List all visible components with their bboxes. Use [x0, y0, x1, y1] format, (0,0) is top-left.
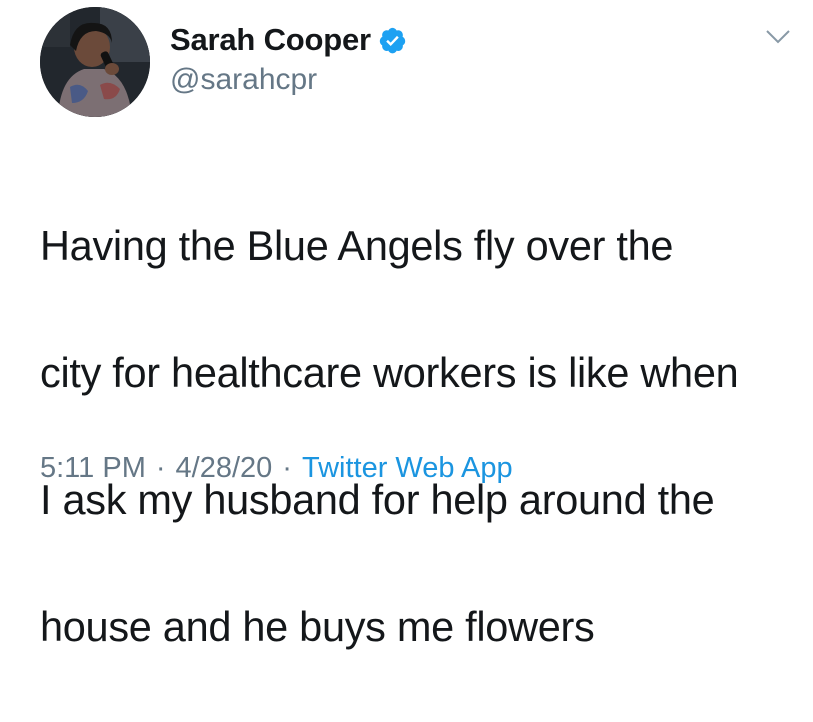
chevron-down-icon[interactable] — [765, 28, 791, 46]
name-row: Sarah Cooper — [170, 22, 407, 58]
meta-separator: · — [155, 452, 166, 484]
meta-separator: · — [282, 452, 292, 484]
tweet-card: Sarah Cooper @sarahcpr Having the Blue A… — [0, 0, 813, 650]
tweet-text-line: house and he buys me flowers — [40, 602, 595, 650]
display-name[interactable]: Sarah Cooper — [170, 22, 371, 58]
tweet-time[interactable]: 5:11 PM — [40, 452, 146, 485]
tweet-text-line: Having the Blue Angels fly over the — [40, 221, 674, 269]
profile-photo — [40, 7, 150, 117]
avatar[interactable] — [40, 7, 150, 117]
tweet-meta: 5:11 PM · 4/28/20 · Twitter Web App — [40, 452, 513, 485]
tweet-date[interactable]: 4/28/20 — [176, 452, 273, 485]
tweet-source-link[interactable]: Twitter Web App — [302, 452, 513, 485]
tweet-text-line: city for healthcare workers is like when — [40, 348, 739, 396]
verified-badge-icon — [378, 26, 407, 55]
tweet-text: Having the Blue Angels fly over the city… — [40, 150, 800, 722]
user-handle[interactable]: @sarahcpr — [170, 63, 317, 97]
